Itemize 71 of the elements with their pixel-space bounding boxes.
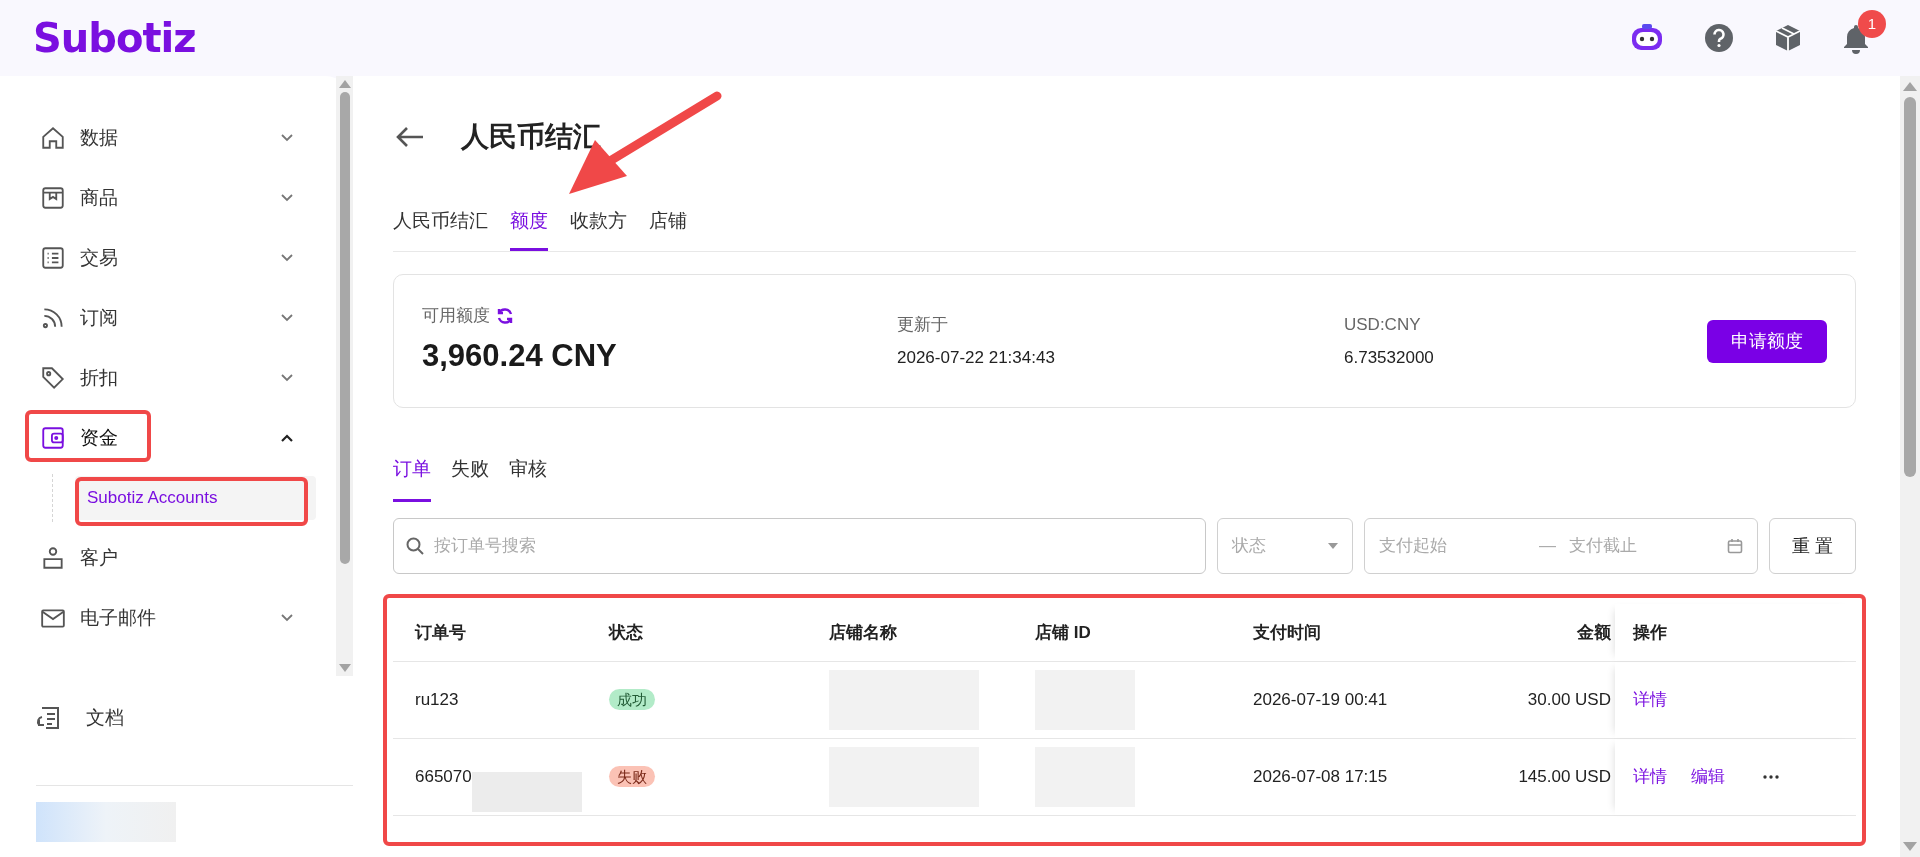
scrollbar[interactable] — [1900, 76, 1920, 857]
status-badge: 失败 — [609, 766, 655, 788]
help-icon[interactable] — [1704, 23, 1734, 53]
available-amount: 3,960.24 CNY — [422, 336, 618, 375]
table-cell-text: 30.00 USD — [1527, 689, 1611, 712]
action-link[interactable]: 详情 — [1633, 687, 1667, 713]
column-header: 店铺名称 — [829, 621, 897, 644]
sidebar-item[interactable]: 客户 — [26, 534, 316, 582]
status-badge: 成功 — [609, 689, 655, 711]
table-cell-text: 665070 — [415, 766, 472, 789]
calendar-icon — [1727, 538, 1743, 554]
tab[interactable]: 审核 — [509, 440, 547, 502]
home-icon — [40, 125, 66, 151]
tab[interactable]: 额度 — [510, 194, 548, 251]
exchange-rate: 6.73532000 — [1344, 347, 1435, 369]
column-header: 订单号 — [415, 621, 466, 644]
package-icon[interactable] — [1774, 23, 1802, 53]
notification-bell-icon[interactable] — [1842, 22, 1870, 54]
sidebar-item[interactable]: 订阅 — [26, 294, 316, 342]
available-label: 可用额度 — [422, 305, 490, 327]
tab[interactable]: 订单 — [393, 440, 431, 502]
back-arrow-icon — [395, 126, 425, 148]
column-header: 支付时间 — [1253, 621, 1321, 644]
reset-button[interactable]: 重 置 — [1769, 518, 1856, 574]
apply-quota-button[interactable]: 申请额度 — [1707, 319, 1827, 363]
tab[interactable]: 失败 — [451, 440, 489, 502]
column-header: 金额 — [1577, 621, 1611, 644]
sidebar-item[interactable]: 数据 — [26, 114, 316, 162]
chevron-icon — [280, 373, 294, 383]
chevron-icon — [280, 193, 294, 203]
more-icon — [1763, 775, 1779, 779]
logo: Subotiz — [33, 14, 196, 63]
table-cell-text: ru123 — [415, 689, 459, 712]
table-cell: 2026-07-08 17:15 — [1253, 767, 1388, 787]
wallet-icon — [40, 425, 66, 451]
sidebar-item[interactable]: 折扣 — [26, 354, 316, 402]
rss-icon — [40, 305, 66, 331]
tag-icon — [40, 365, 66, 391]
user-icon — [40, 545, 66, 571]
chevron-icon — [280, 433, 294, 443]
refresh-icon[interactable] — [496, 306, 514, 325]
sidebar-item[interactable]: 资金 — [26, 414, 316, 462]
search-field[interactable]: 按订单号搜索 — [393, 518, 1206, 574]
table-cell: 2026-07-19 00:41 — [1253, 690, 1388, 710]
updated-label: 更新于 — [897, 313, 949, 336]
tab[interactable]: 店铺 — [649, 194, 687, 251]
action-link[interactable]: 详情 — [1633, 764, 1667, 790]
sidebar-item[interactable]: 电子邮件 — [26, 594, 316, 642]
scrollbar[interactable] — [336, 76, 353, 676]
action-link[interactable]: 编辑 — [1691, 764, 1725, 790]
storefront-icon — [40, 185, 66, 211]
document-icon — [36, 705, 62, 732]
column-header: 操作 — [1633, 621, 1667, 644]
sidebar-item[interactable]: 文档 — [36, 704, 353, 733]
chevron-icon — [280, 253, 294, 263]
chevron-icon — [280, 613, 294, 623]
tab[interactable]: 收款方 — [570, 194, 627, 251]
list-icon — [40, 245, 66, 271]
notification-badge: 1 — [1858, 10, 1886, 38]
column-header: 店铺 ID — [1035, 621, 1091, 644]
column-header: 状态 — [609, 621, 643, 644]
chevron-icon — [280, 133, 294, 143]
tab[interactable]: 人民币结汇 — [393, 194, 488, 251]
sidebar-item[interactable]: 交易 — [26, 234, 316, 282]
table-cell-text: 145.00 USD — [1518, 766, 1611, 789]
chevron-icon — [280, 313, 294, 323]
dropdown-caret-icon — [1328, 543, 1338, 549]
sidebar-item[interactable]: 商品 — [26, 174, 316, 222]
search-icon — [406, 537, 424, 555]
rate-label: USD:CNY — [1344, 313, 1422, 336]
updated-time: 2026-07-22 21:34:43 — [897, 347, 1056, 369]
